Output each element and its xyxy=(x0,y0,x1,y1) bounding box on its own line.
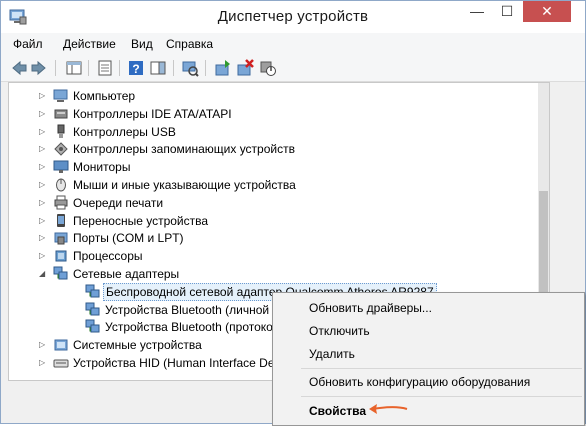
context-menu: Обновить драйверы... Отключить Удалить О… xyxy=(272,292,585,426)
ide-controller-icon xyxy=(54,109,68,119)
tree-row-label: Контроллеры запоминающих устройств xyxy=(73,142,295,157)
disable-device-icon[interactable] xyxy=(259,59,277,77)
update-driver-icon[interactable] xyxy=(214,59,232,77)
tree-row[interactable]: ◢ Сетевые адаптеры xyxy=(9,265,529,283)
tree-row-label: Устройства HID (Human Interface Devices) xyxy=(73,356,306,370)
tree-row-label: Процессоры xyxy=(73,249,143,264)
action-pane-icon[interactable] xyxy=(149,59,167,77)
expand-arrow-icon[interactable]: ▷ xyxy=(39,340,47,349)
menu-bar: Файл Действие Вид Справка xyxy=(1,33,585,55)
toolbar: ? xyxy=(1,55,585,82)
storage-controller-icon xyxy=(54,142,68,157)
tree-row[interactable]: ▷ Компьютер xyxy=(9,87,529,105)
tree-row[interactable]: ▷ Очереди печати xyxy=(9,194,529,212)
tree-row-label: Порты (COM и LPT) xyxy=(73,231,184,246)
portable-device-icon xyxy=(57,213,65,227)
update-drivers-menu-item[interactable]: Обновить драйверы... xyxy=(309,301,432,315)
scan-hardware-icon[interactable] xyxy=(181,59,199,77)
tree-row[interactable]: ▷ Контроллеры IDE ATA/ATAPI xyxy=(9,105,529,123)
network-adapter-icon xyxy=(85,284,100,298)
tree-row[interactable]: ▷ Контроллеры USB xyxy=(9,123,529,141)
tree-row[interactable]: ▷ Переносные устройства xyxy=(9,212,529,230)
show-hide-console-tree-icon[interactable] xyxy=(65,59,83,77)
toolbar-separator xyxy=(119,60,120,76)
monitor-icon xyxy=(53,160,69,174)
tree-row[interactable]: ▷ Мыши и иные указывающие устройства xyxy=(9,176,529,194)
svg-text:?: ? xyxy=(132,62,139,76)
help-icon[interactable]: ? xyxy=(127,59,145,77)
tree-row[interactable]: ▷ Порты (COM и LPT) xyxy=(9,229,529,247)
tree-row[interactable]: ▷ Процессоры xyxy=(9,247,529,265)
system-device-icon xyxy=(54,339,68,351)
toolbar-separator xyxy=(173,60,174,76)
minimize-button[interactable]: — xyxy=(463,1,491,22)
tree-row-label: Мониторы xyxy=(73,160,131,175)
network-adapter-icon xyxy=(85,302,100,316)
menu-view[interactable]: Вид xyxy=(131,37,153,51)
tree-row-label: Контроллеры USB xyxy=(73,124,176,139)
tree-row-label: Очереди печати xyxy=(73,195,164,210)
maximize-button[interactable]: ☐ xyxy=(493,1,521,22)
toolbar-separator xyxy=(55,60,56,76)
tree-row-label: Контроллеры IDE ATA/ATAPI xyxy=(73,106,232,121)
menu-action[interactable]: Действие xyxy=(63,37,116,51)
expand-arrow-icon[interactable]: ▷ xyxy=(39,144,47,153)
expanded-arrow-icon[interactable]: ◢ xyxy=(39,269,47,278)
scan-hardware-menu-item[interactable]: Обновить конфигурацию оборудования xyxy=(309,375,530,389)
properties-menu-item[interactable]: Свойства xyxy=(309,404,366,418)
tree-row-label: Сетевые адаптеры xyxy=(73,267,180,281)
processor-icon xyxy=(55,250,67,262)
menu-help[interactable]: Справка xyxy=(166,37,213,51)
computer-icon xyxy=(53,89,68,102)
expand-arrow-icon[interactable]: ▷ xyxy=(39,109,47,118)
uninstall-menu-item[interactable]: Удалить xyxy=(309,347,355,361)
printer-icon xyxy=(54,195,68,210)
expand-arrow-icon[interactable]: ▷ xyxy=(39,216,47,225)
expand-arrow-icon[interactable]: ▷ xyxy=(39,91,47,100)
title-bar[interactable]: Диспетчер устройств — ☐ ✕ xyxy=(1,1,585,33)
tree-row-label: Переносные устройства xyxy=(73,213,209,228)
toolbar-separator xyxy=(88,60,89,76)
tree-row-label: Мыши и иные указывающие устройства xyxy=(73,178,296,192)
expand-arrow-icon[interactable]: ▷ xyxy=(39,251,47,260)
expand-arrow-icon[interactable]: ▷ xyxy=(39,127,47,136)
menu-separator xyxy=(301,396,582,397)
expand-arrow-icon[interactable]: ▷ xyxy=(39,198,47,207)
disable-menu-item[interactable]: Отключить xyxy=(309,324,370,338)
toolbar-separator xyxy=(205,60,206,76)
tree-row-label: Системные устройства xyxy=(73,338,202,353)
properties-icon[interactable] xyxy=(96,59,114,77)
expand-arrow-icon[interactable]: ▷ xyxy=(39,233,47,242)
expand-arrow-icon[interactable]: ▷ xyxy=(39,358,47,367)
port-icon xyxy=(54,232,68,245)
network-adapter-icon xyxy=(85,319,100,333)
annotation-arrow-icon xyxy=(369,404,408,414)
network-adapter-icon xyxy=(53,266,68,280)
back-icon[interactable] xyxy=(10,59,28,77)
tree-row[interactable]: ▷ Контроллеры запоминающих устройств xyxy=(9,140,529,158)
mouse-icon xyxy=(56,178,66,192)
menu-separator xyxy=(301,368,582,369)
tree-row-label: Компьютер xyxy=(73,89,136,103)
uninstall-device-icon[interactable] xyxy=(236,59,254,77)
close-button[interactable]: ✕ xyxy=(523,1,571,22)
expand-arrow-icon[interactable]: ▷ xyxy=(39,180,47,189)
usb-controller-icon xyxy=(57,124,65,138)
expand-arrow-icon[interactable]: ▷ xyxy=(39,162,47,171)
menu-file[interactable]: Файл xyxy=(13,37,43,51)
forward-icon[interactable] xyxy=(30,59,48,77)
hid-device-icon xyxy=(53,359,69,368)
tree-row[interactable]: ▷ Мониторы xyxy=(9,158,529,176)
